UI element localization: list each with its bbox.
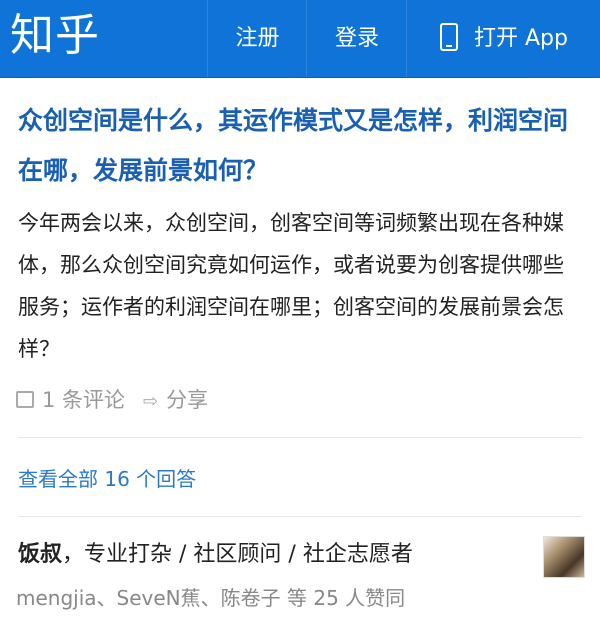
divider (18, 437, 582, 438)
comment-action[interactable]: 1 条评论 (16, 388, 125, 412)
question-title[interactable]: 众创空间是什么，其运作模式又是怎样，利润空间在哪，发展前景如何？ (18, 96, 578, 196)
register-button[interactable]: 注册 (207, 0, 307, 77)
view-all-answers-link[interactable]: 查看全部 16 个回答 (18, 462, 196, 496)
open-app-button[interactable]: 打开 App (406, 0, 600, 77)
answer-voters: mengjia、SeveN蕉、陈卷子 等 25 人赞同 (16, 586, 406, 610)
phone-icon (440, 23, 458, 51)
question-description: 今年两会以来，众创空间，创客空间等词频繁出现在各种媒体，那么众创空间究竟如何运作… (18, 211, 564, 361)
answer-author-line: 饭叔，专业打杂 / 社区顾问 / 社企志愿者 (18, 535, 413, 575)
login-button[interactable]: 登录 (306, 0, 407, 77)
divider (18, 516, 582, 517)
comment-count: 1 条评论 (42, 388, 126, 412)
zhihu-logo[interactable]: 知乎 (10, 6, 100, 66)
share-button[interactable]: 分享 (166, 388, 208, 412)
answer-author-bio: ，专业打杂 / 社区顾问 / 社企志愿者 (62, 542, 413, 567)
comment-icon (16, 390, 34, 408)
question-meta: 1 条评论 ⇨ 分享 (16, 380, 208, 420)
share-icon: ⇨ (143, 391, 159, 412)
avatar[interactable] (543, 536, 585, 578)
top-nav-bar: 知乎 注册 登录 打开 App (0, 0, 600, 78)
open-app-label: 打开 App (474, 26, 568, 51)
answer-author-name[interactable]: 饭叔 (18, 542, 62, 567)
